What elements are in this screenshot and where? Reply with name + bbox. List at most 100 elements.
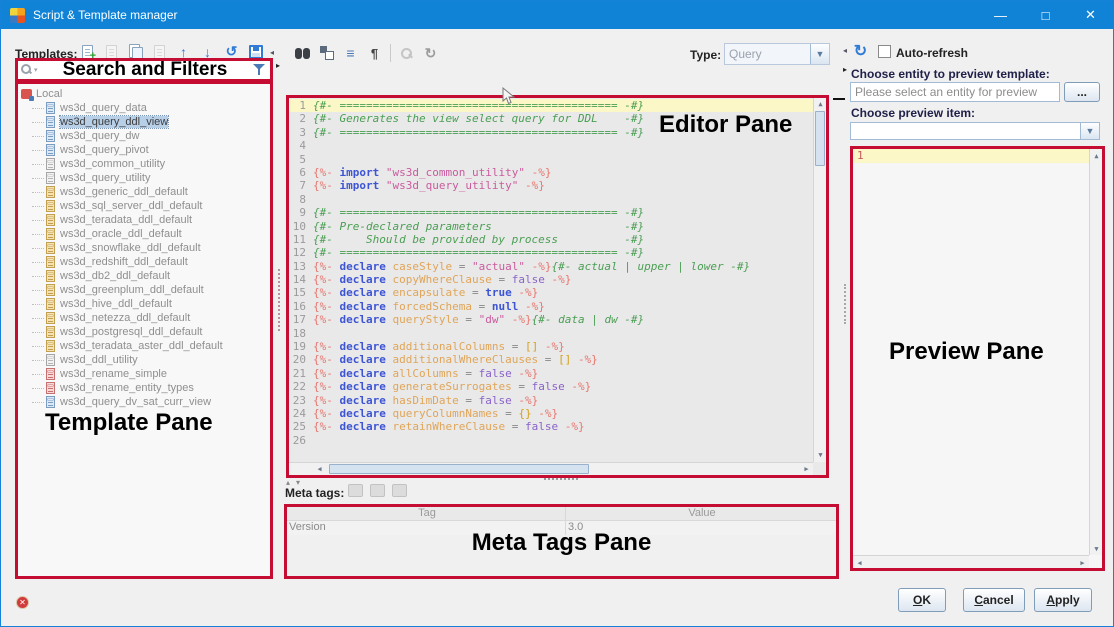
code-line: 23 {%- declare hasDimDate = false -%} — [292, 393, 539, 407]
template-tree-item[interactable]: ws3d_teradata_ddl_default — [32, 213, 270, 227]
editor-toolbar: ≡ ¶ ↻ — [294, 44, 439, 62]
editor-preview-splitter[interactable] — [844, 284, 846, 324]
code-line: 7 {%- import "ws3d_query_utility" -%} — [299, 179, 545, 193]
replace-icon[interactable] — [318, 45, 335, 62]
template-file-icon — [46, 228, 55, 240]
preview-horizontal-scrollbar[interactable]: ◀ ▶ — [853, 555, 1089, 568]
template-name: ws3d_common_utility — [60, 158, 166, 170]
template-tree-item[interactable]: ws3d_hive_ddl_default — [32, 297, 270, 311]
tree-root-local[interactable]: Local — [21, 87, 270, 101]
preview-item-combobox[interactable]: ▼ — [850, 122, 1100, 140]
edit-meta-tag-icon[interactable] — [370, 484, 385, 497]
template-name: ws3d_generic_ddl_default — [60, 186, 188, 198]
add-meta-tag-icon[interactable] — [348, 484, 363, 497]
template-tree-item[interactable]: ws3d_db2_ddl_default — [32, 269, 270, 283]
annotation-search-and-filters: Search and Filters — [62, 59, 228, 80]
tree-editor-splitter[interactable] — [278, 269, 280, 331]
template-file-icon — [46, 284, 55, 296]
scroll-up-icon[interactable]: ▲ — [814, 98, 826, 111]
template-file-icon — [46, 326, 55, 338]
cancel-button[interactable]: Cancel — [963, 588, 1025, 612]
template-tree-item[interactable]: ws3d_redshift_ddl_default — [32, 255, 270, 269]
close-button[interactable]: ✕ — [1068, 1, 1113, 29]
preview-search-icon[interactable] — [398, 45, 415, 62]
format-icon[interactable]: ≡ — [342, 45, 359, 62]
scroll-left-icon[interactable]: ◀ — [853, 556, 866, 568]
code-lines: 1 {#- ===================================… — [289, 99, 813, 447]
meta-splitter-handle[interactable] — [544, 478, 578, 480]
template-tree-item[interactable]: ws3d_query_pivot — [32, 143, 270, 157]
find-icon[interactable] — [294, 45, 311, 62]
scroll-up-icon[interactable]: ▲ — [1090, 149, 1102, 162]
template-tree-item[interactable]: ws3d_greenplum_ddl_default — [32, 283, 270, 297]
refresh-preview-icon[interactable]: ↻ — [852, 42, 869, 60]
auto-refresh-checkbox[interactable] — [878, 45, 891, 58]
apply-button[interactable]: Apply — [1034, 588, 1092, 612]
annotation-template-pane: Template Pane — [45, 409, 213, 436]
scroll-left-icon[interactable]: ◀ — [313, 463, 326, 475]
template-tree-item[interactable]: ws3d_common_utility — [32, 157, 270, 171]
delete-meta-tag-icon[interactable] — [392, 484, 407, 497]
template-tree-item[interactable]: ws3d_query_dw — [32, 129, 270, 143]
template-tree-item[interactable]: ws3d_query_ddl_view — [32, 115, 270, 129]
expand-arrow-icon[interactable]: ▸ — [276, 61, 280, 70]
browse-entity-button[interactable]: ... — [1064, 82, 1100, 102]
template-file-icon — [46, 186, 55, 198]
minimize-button[interactable]: — — [978, 1, 1023, 29]
ok-button[interactable]: OK — [898, 588, 946, 612]
scroll-down-icon[interactable]: ▼ — [814, 449, 826, 462]
editor-horizontal-scrollbar[interactable]: ◀ ▶ — [289, 462, 813, 475]
code-line: 4 — [299, 139, 306, 153]
template-name: ws3d_query_utility — [60, 172, 151, 184]
template-tree-item[interactable]: ws3d_generic_ddl_default — [32, 185, 270, 199]
template-name: ws3d_teradata_aster_ddl_default — [60, 340, 223, 352]
template-tree-item[interactable]: ws3d_snowflake_ddl_default — [32, 241, 270, 255]
preview-item-value — [851, 123, 1080, 139]
preview-expand-icon[interactable]: ▸ — [843, 65, 847, 74]
value-column-header[interactable]: Value — [566, 507, 836, 520]
template-tree-item[interactable]: ws3d_netezza_ddl_default — [32, 311, 270, 325]
refresh-disabled-icon[interactable]: ↻ — [422, 45, 439, 62]
editor-vertical-scrollbar[interactable]: ▲ ▼ — [813, 98, 826, 462]
scroll-right-icon[interactable]: ▶ — [1076, 556, 1089, 568]
validation-error-icon: ✕ — [16, 596, 29, 609]
code-line: 8 — [299, 192, 306, 206]
template-tree-item[interactable]: ws3d_sql_server_ddl_default — [32, 199, 270, 213]
template-file-icon — [46, 116, 55, 128]
preview-vertical-scrollbar[interactable]: ▲ ▼ — [1089, 149, 1102, 555]
meta-tags-toolbar — [348, 484, 407, 497]
code-line: 21 {%- declare allColumns = false -%} — [292, 366, 539, 380]
splitter-collapse-dash[interactable] — [833, 98, 845, 100]
template-tree-item[interactable]: ws3d_ddl_utility — [32, 353, 270, 367]
template-name: ws3d_query_dv_sat_curr_view — [60, 396, 212, 408]
template-tree-item[interactable]: ws3d_query_data — [32, 101, 270, 115]
show-whitespace-icon[interactable]: ¶ — [366, 45, 383, 62]
scroll-down-icon[interactable]: ▼ — [1090, 542, 1102, 555]
auto-refresh-label: Auto-refresh — [896, 46, 969, 60]
collapse-left-icon[interactable]: ◂ — [270, 48, 274, 57]
code-line: 17 {%- declare queryStyle = "dw" -%} {#- d… — [292, 313, 645, 327]
template-file-icon — [46, 130, 55, 142]
scroll-right-icon[interactable]: ▶ — [800, 463, 813, 475]
template-tree-item[interactable]: ws3d_query_utility — [32, 171, 270, 185]
template-tree-item[interactable]: ws3d_teradata_aster_ddl_default — [32, 339, 270, 353]
template-file-icon — [46, 270, 55, 282]
type-label: Type: — [690, 48, 722, 62]
collapse-right-icon[interactable]: ◂ — [843, 46, 847, 55]
choose-preview-item-label: Choose preview item: — [851, 106, 976, 120]
code-line: 14 {%- declare copyWhereClause = false -%… — [292, 273, 572, 287]
template-tree: Local ws3d_query_data ws3d_query_ddl_view… — [18, 84, 270, 576]
entity-preview-input[interactable] — [850, 82, 1060, 102]
code-line: 26 — [292, 433, 306, 447]
template-tree-item[interactable]: ws3d_oracle_ddl_default — [32, 227, 270, 241]
template-tree-item[interactable]: ws3d_rename_entity_types — [32, 381, 270, 395]
code-line: 22 {%- declare generateSurrogates = false… — [292, 380, 592, 394]
template-tree-item[interactable]: ws3d_rename_simple — [32, 367, 270, 381]
maximize-button[interactable]: □ — [1023, 1, 1068, 29]
type-combobox[interactable]: Query ▼ — [724, 43, 830, 65]
template-tree-item[interactable]: ws3d_query_dv_sat_curr_view — [32, 395, 270, 409]
template-tree-item[interactable]: ws3d_postgresql_ddl_default — [32, 325, 270, 339]
template-name: ws3d_sql_server_ddl_default — [60, 200, 203, 212]
tag-column-header[interactable]: Tag — [287, 507, 566, 520]
code-editor[interactable]: 1 {#- ===================================… — [289, 98, 826, 475]
